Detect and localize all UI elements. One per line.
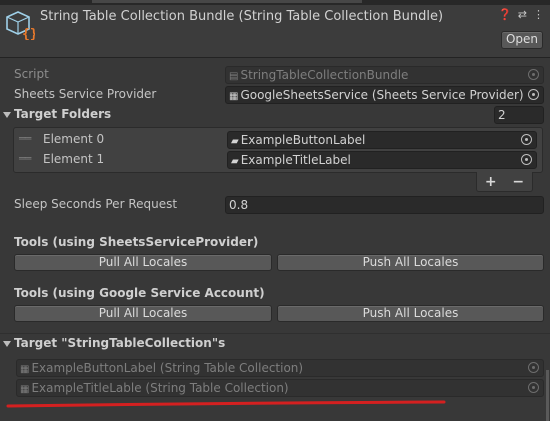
header-icons: ❓ ⇄ ⋮ <box>498 8 544 21</box>
object-picker-icon[interactable] <box>528 89 539 100</box>
folder-icon: ▰ <box>231 136 239 147</box>
help-icon[interactable]: ❓ <box>498 8 512 21</box>
sleep-label: Sleep Seconds Per Request <box>14 197 178 211</box>
inspector-title: String Table Collection Bundle (String T… <box>40 9 444 24</box>
string-table-icon: ▦ <box>20 364 30 375</box>
foldout-arrow-icon[interactable] <box>3 341 11 347</box>
sheets-provider-label: Sheets Service Provider <box>14 87 157 101</box>
push-all-locales-button[interactable]: Push All Locales <box>277 305 544 322</box>
collection-0-field: ▦ ExampleButtonLabel (String Table Collec… <box>16 359 544 377</box>
drag-handle-icon[interactable]: ══ <box>19 152 31 165</box>
push-all-locales-button[interactable]: Push All Locales <box>277 254 544 271</box>
folder-icon: ▰ <box>231 156 239 167</box>
scriptable-object-icon: ▦ <box>229 91 239 102</box>
script-label: Script <box>14 67 49 81</box>
object-picker-icon[interactable] <box>521 154 532 165</box>
foldout-arrow-icon[interactable] <box>3 112 11 118</box>
red-underline-annotation <box>6 400 446 408</box>
object-picker-icon <box>528 362 539 373</box>
script-value: StringTableCollectionBundle <box>240 68 409 82</box>
target-folders-size-field[interactable]: 2 <box>494 106 544 124</box>
element-0-value: ExampleButtonLabel <box>240 133 366 147</box>
script-field: ▤ StringTableCollectionBundle <box>225 66 544 84</box>
asset-script-icon: {} <box>6 11 35 40</box>
tools-account-heading: Tools (using Google Service Account) <box>14 286 265 300</box>
target-folders-label[interactable]: Target Folders <box>14 107 111 121</box>
remove-element-button[interactable]: − <box>512 174 524 190</box>
pull-all-locales-button[interactable]: Pull All Locales <box>14 254 272 271</box>
element-1-field[interactable]: ▰ ExampleTitleLabel <box>227 151 537 169</box>
window-tab[interactable] <box>92 0 362 3</box>
script-file-icon: ▤ <box>229 71 239 82</box>
svg-text:{}: {} <box>22 27 35 40</box>
drag-handle-icon[interactable]: ══ <box>19 132 31 145</box>
list-footer: + − <box>476 172 533 192</box>
sleep-field[interactable]: 0.8 <box>225 196 544 214</box>
collection-0-value: ExampleButtonLabel (String Table Collect… <box>31 361 304 375</box>
collection-1-value: ExampleTitleLable (String Table Collecti… <box>31 381 289 395</box>
string-table-icon: ▦ <box>20 384 30 395</box>
scrollbar[interactable] <box>546 370 549 421</box>
sheets-provider-value: GoogleSheetsService (Sheets Service Prov… <box>240 88 524 102</box>
element-0-label: Element 0 <box>43 132 105 146</box>
add-element-button[interactable]: + <box>485 174 497 190</box>
target-collections-heading[interactable]: Target "StringTableCollection"s <box>14 336 225 350</box>
element-0-field[interactable]: ▰ ExampleButtonLabel <box>227 131 537 149</box>
object-picker-icon <box>528 382 539 393</box>
preset-icon[interactable]: ⇄ <box>518 8 527 21</box>
menu-icon[interactable]: ⋮ <box>533 8 544 21</box>
pull-all-locales-button[interactable]: Pull All Locales <box>14 305 272 322</box>
object-picker-icon[interactable] <box>521 134 532 145</box>
tools-provider-heading: Tools (using SheetsServiceProvider) <box>14 235 259 249</box>
section-divider <box>0 333 550 334</box>
collection-1-field: ▦ ExampleTitleLable (String Table Collect… <box>16 379 544 397</box>
sheets-provider-field[interactable]: ▦ GoogleSheetsService (Sheets Service Pro… <box>225 86 544 104</box>
element-1-label: Element 1 <box>43 152 105 166</box>
object-picker-icon <box>528 69 539 80</box>
open-button[interactable]: Open <box>501 31 543 49</box>
element-1-value: ExampleTitleLabel <box>240 153 351 167</box>
